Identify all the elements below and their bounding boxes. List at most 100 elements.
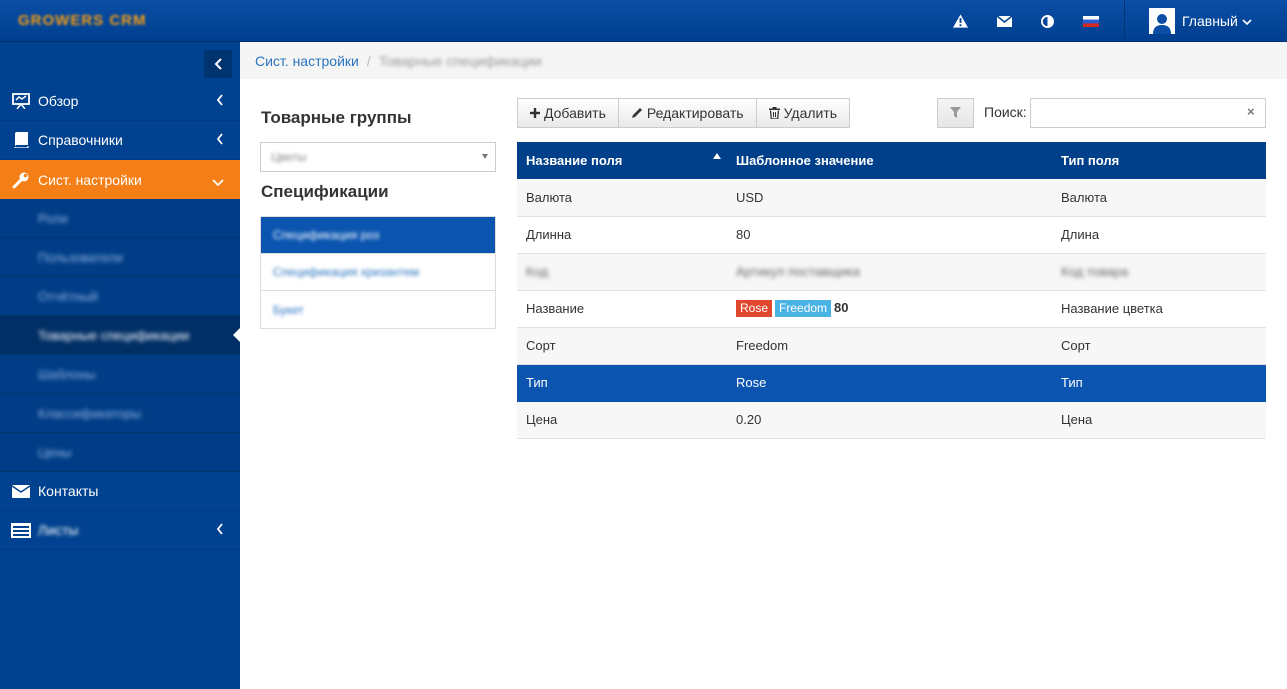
sidebar-subitem-reporting[interactable]: Отчётный <box>0 277 240 316</box>
envelope-icon <box>10 481 32 501</box>
book-icon <box>10 130 32 150</box>
table-row[interactable]: Сорт Freedom Сорт <box>517 327 1266 365</box>
user-avatar-icon <box>1149 8 1175 34</box>
flag-ru-icon[interactable] <box>1071 0 1111 42</box>
sidebar-item-label: Обзор <box>38 93 79 109</box>
column-header-field-name[interactable]: Название поля <box>517 142 727 179</box>
cell-template-value: Rose <box>727 364 1052 402</box>
cell-field-type: Валюта <box>1052 179 1266 217</box>
top-navbar: GROWERS CRM Главный <box>0 0 1287 42</box>
presentation-icon <box>10 91 32 111</box>
table-row[interactable]: Название Rose Freedom 80 Название цветка <box>517 290 1266 328</box>
list-icon <box>10 520 32 540</box>
sidebar-subitem-prices[interactable]: Цены <box>0 433 240 472</box>
contrast-icon[interactable] <box>1027 0 1067 42</box>
add-button[interactable]: Добавить <box>517 98 619 128</box>
cell-field-type: Цена <box>1052 401 1266 439</box>
sidebar: Обзор Справочники Сист. настройки Роли П… <box>0 42 240 689</box>
sidebar-item-directories[interactable]: Справочники <box>0 121 240 160</box>
cell-field-name: Название <box>517 290 727 328</box>
search-clear-icon[interactable]: × <box>1247 104 1255 119</box>
tag-badge: Rose <box>736 300 773 317</box>
list-item[interactable]: Спецификация роз <box>261 217 495 254</box>
specifications-title: Спецификации <box>261 182 389 201</box>
cell-field-type: Тип <box>1052 364 1266 402</box>
column-header-template-value[interactable]: Шаблонное значение <box>727 142 1052 179</box>
sidebar-item-label: Листы <box>38 522 79 538</box>
plus-icon <box>530 108 540 118</box>
sidebar-item-lists[interactable]: Листы <box>0 511 240 550</box>
cell-field-type: Код товара <box>1052 253 1266 291</box>
sidebar-subitem-templates[interactable]: Шаблоны <box>0 355 240 394</box>
sidebar-item-label: Контакты <box>38 483 99 499</box>
table-row[interactable]: Цена 0.20 Цена <box>517 401 1266 439</box>
cell-field-type: Название цветка <box>1052 290 1266 328</box>
table-row[interactable]: Валюта USD Валюта <box>517 179 1266 217</box>
cell-template-value: 0.20 <box>727 401 1052 439</box>
chevron-down-icon <box>212 174 224 190</box>
breadcrumb-separator: / <box>366 52 371 69</box>
filter-button[interactable] <box>937 98 974 128</box>
cell-field-name: Цена <box>517 401 727 439</box>
table-row[interactable]: Код Артикул поставщика Код товара <box>517 253 1266 291</box>
breadcrumb-link-settings[interactable]: Сист. настройки <box>255 53 359 69</box>
delete-button[interactable]: Удалить <box>755 98 851 128</box>
specifications-list: Спецификация роз Спецификация хризантем … <box>260 216 496 329</box>
table-row-selected[interactable]: Тип Rose Тип <box>517 364 1266 402</box>
value-text: 80 <box>834 300 849 315</box>
list-item[interactable]: Спецификация хризантем <box>261 254 495 291</box>
cell-field-type: Длина <box>1052 216 1266 254</box>
sidebar-subitem-classifiers[interactable]: Классификаторы <box>0 394 240 433</box>
list-item[interactable]: Букет <box>261 291 495 328</box>
cell-field-name: Длинна <box>517 216 727 254</box>
product-groups-title: Товарные группы <box>261 108 412 127</box>
column-header-field-type[interactable]: Тип поля <box>1052 142 1266 179</box>
product-group-select[interactable]: Цветы <box>260 142 496 172</box>
wrench-icon <box>10 170 32 190</box>
sidebar-item-label: Справочники <box>38 132 123 148</box>
cell-template-value: Rose Freedom 80 <box>727 290 1052 328</box>
cell-field-name: Код <box>517 253 727 291</box>
product-group-selected: Цветы <box>271 150 307 164</box>
cell-template-value: USD <box>727 179 1052 217</box>
logo-text: GROWERS CRM <box>18 11 147 29</box>
cell-template-value: Freedom <box>727 327 1052 365</box>
chevron-left-icon <box>216 93 224 109</box>
sidebar-item-overview[interactable]: Обзор <box>0 82 240 121</box>
cell-template-value: Артикул поставщика <box>727 253 1052 291</box>
cell-field-name: Валюта <box>517 179 727 217</box>
cell-field-name: Сорт <box>517 327 727 365</box>
search-input[interactable] <box>1030 98 1266 128</box>
sort-asc-icon <box>713 153 721 159</box>
table-row[interactable]: Длинна 80 Длина <box>517 216 1266 254</box>
action-toolbar: Добавить Редактировать Удалить <box>517 98 851 128</box>
tag-badge: Freedom <box>775 300 832 317</box>
chevron-left-icon <box>216 132 224 148</box>
app-logo[interactable]: GROWERS CRM <box>18 9 147 31</box>
sidebar-item-label: Сист. настройки <box>38 171 142 188</box>
sidebar-subitem-roles[interactable]: Роли <box>0 199 240 238</box>
mail-icon[interactable] <box>984 0 1024 42</box>
sidebar-collapse-button[interactable] <box>204 50 232 78</box>
sidebar-subitem-users[interactable]: Пользователи <box>0 238 240 277</box>
user-menu[interactable]: Главный <box>1124 0 1287 42</box>
table-header-row: Название поля Шаблонное значение Тип пол… <box>517 142 1266 179</box>
edit-button[interactable]: Редактировать <box>617 98 757 128</box>
trash-icon <box>768 107 780 119</box>
sidebar-item-contacts[interactable]: Контакты <box>0 472 240 511</box>
filter-icon <box>950 105 961 121</box>
user-name: Главный <box>1182 13 1238 29</box>
breadcrumb-current: Товарные спецификации <box>378 52 542 69</box>
active-pointer <box>233 328 240 342</box>
search-label: Поиск: <box>984 104 1027 120</box>
cell-template-value: 80 <box>727 216 1052 254</box>
chevron-down-icon <box>482 154 488 159</box>
pencil-icon <box>631 107 643 119</box>
warning-icon[interactable] <box>940 0 980 42</box>
sidebar-item-settings[interactable]: Сист. настройки <box>0 160 240 199</box>
sidebar-subitem-product-specs[interactable]: Товарные спецификации <box>0 316 240 355</box>
chevron-left-icon <box>216 522 224 538</box>
breadcrumb: Сист. настройки / Товарные спецификации <box>240 42 1287 79</box>
cell-field-type: Сорт <box>1052 327 1266 365</box>
chevron-down-icon <box>1242 13 1252 29</box>
